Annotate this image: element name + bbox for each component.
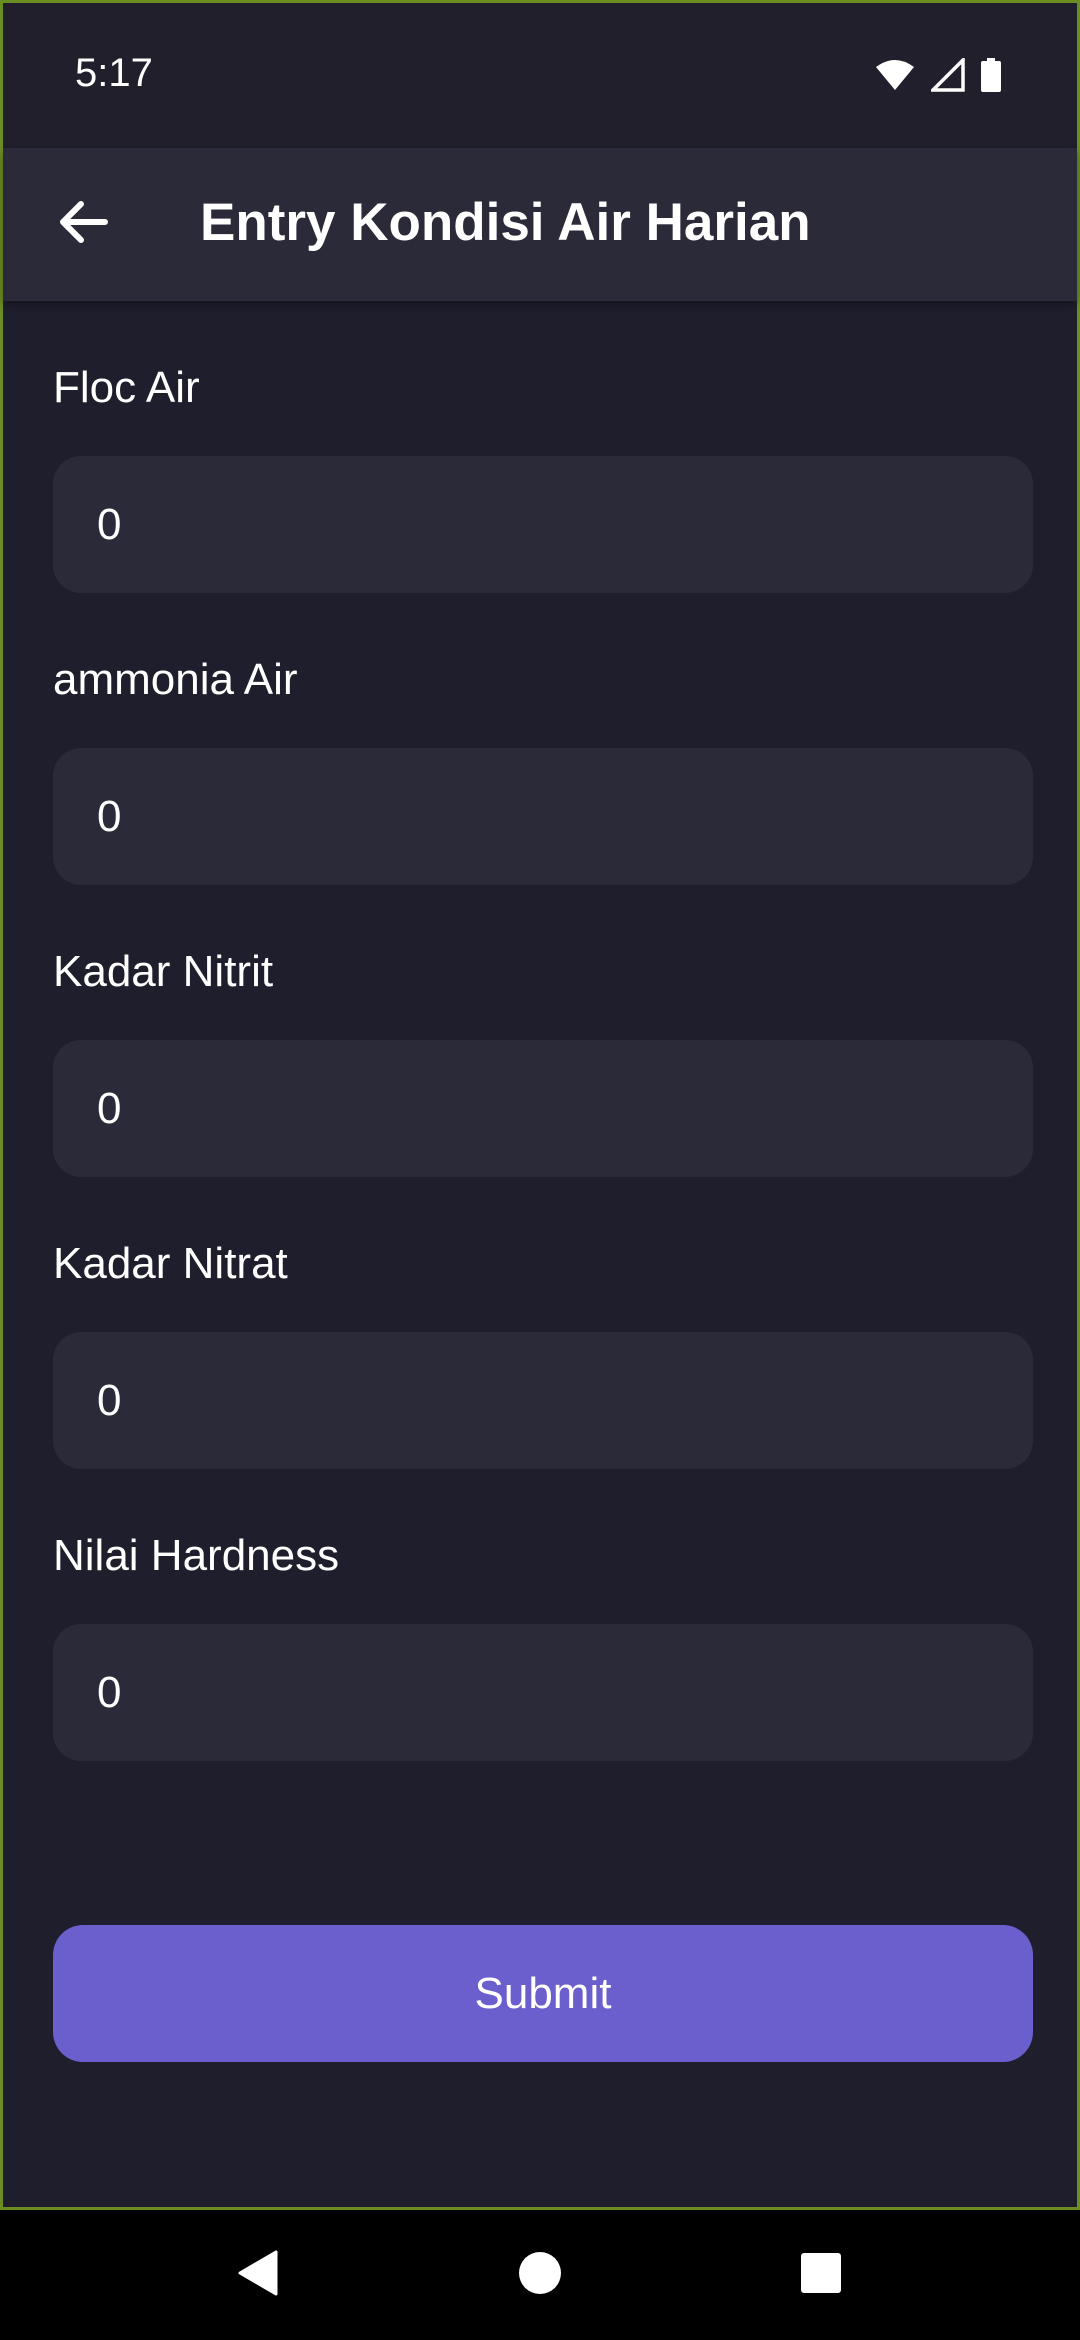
kadar-nitrat-input[interactable]	[53, 1332, 1033, 1469]
submit-button[interactable]: Submit	[53, 1925, 1033, 2062]
nav-recents-button[interactable]	[789, 2243, 853, 2307]
app-bar: Entry Kondisi Air Harian	[3, 148, 1077, 301]
field-label: Kadar Nitrat	[53, 1239, 288, 1288]
floc-air-input[interactable]	[53, 456, 1033, 593]
field-ammonia-air: ammonia Air	[53, 593, 1033, 885]
recents-square-icon	[800, 2252, 842, 2299]
back-button[interactable]	[39, 180, 127, 268]
battery-icon	[981, 57, 1001, 97]
wifi-icon	[875, 59, 915, 96]
field-floc-air: Floc Air	[53, 301, 1033, 593]
page-title: Entry Kondisi Air Harian	[200, 193, 811, 252]
arrow-left-icon	[57, 200, 109, 249]
field-label: Nilai Hardness	[53, 1531, 340, 1580]
status-bar: 5:17	[3, 3, 1077, 148]
field-label: ammonia Air	[53, 655, 298, 704]
field-label: Kadar Nitrit	[53, 947, 274, 996]
cell-signal-icon	[928, 55, 965, 97]
field-label: Floc Air	[53, 363, 200, 412]
nav-home-button[interactable]	[508, 2243, 572, 2307]
home-circle-icon	[518, 2251, 562, 2300]
field-kadar-nitrat: Kadar Nitrat	[53, 1177, 1033, 1469]
kadar-nitrit-input[interactable]	[53, 1040, 1033, 1177]
ammonia-air-input[interactable]	[53, 748, 1033, 885]
field-nilai-hardness: Nilai Hardness	[53, 1469, 1033, 1761]
field-kadar-nitrit: Kadar Nitrit	[53, 885, 1033, 1177]
status-icons	[875, 55, 1001, 97]
system-nav-bar	[0, 2210, 1080, 2340]
nav-back-button[interactable]	[226, 2243, 290, 2307]
status-time: 5:17	[75, 51, 153, 95]
nilai-hardness-input[interactable]	[53, 1624, 1033, 1761]
back-triangle-icon	[238, 2250, 278, 2301]
app-screen: 5:17 Entry Kondisi Air Harian Floc Air 0…	[0, 0, 1080, 2210]
water-condition-form: Floc Air ammonia Air Kadar Nitrit Kadar …	[53, 301, 1033, 1761]
